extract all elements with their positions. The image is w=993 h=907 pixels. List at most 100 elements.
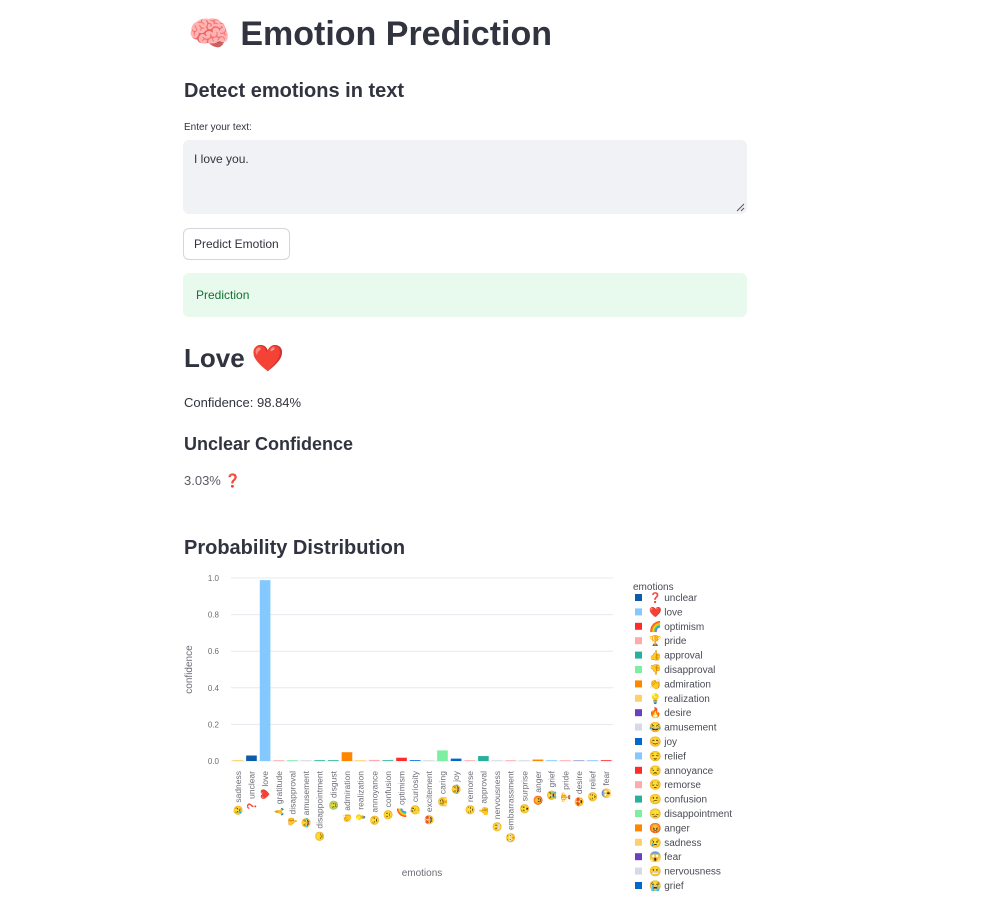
- bar-desire: [573, 760, 585, 761]
- bar-pride: [559, 760, 571, 761]
- legend-swatch: [635, 824, 642, 832]
- legend-swatch: [635, 853, 642, 861]
- legend-item-grief: 😭 grief: [649, 880, 684, 892]
- x-tick-label: ❤️ love: [260, 771, 270, 800]
- page-title: 🧠 Emotion Prediction: [188, 14, 552, 54]
- bar-grief: [546, 760, 557, 761]
- x-tick-label: 😌 relief: [588, 770, 598, 802]
- y-tick-label: 0.2: [208, 720, 220, 729]
- legend-item-desire: 🔥 desire: [649, 706, 692, 719]
- bar-fear: [600, 760, 612, 761]
- legend-item-sadness: 😢 sadness: [649, 837, 701, 849]
- legend-swatch: [635, 694, 642, 702]
- y-tick-label: 0.0: [208, 757, 220, 766]
- legend-swatch: [635, 594, 642, 601]
- x-tick-label: 💡 realization: [356, 771, 366, 823]
- x-tick-label: 👎 disapproval: [287, 771, 297, 828]
- legend-swatch: [635, 810, 642, 817]
- unclear-value-text: 3.03%: [184, 473, 221, 488]
- unclear-confidence-title: Unclear Confidence: [184, 434, 354, 454]
- y-axis-label: confidence: [184, 645, 195, 694]
- x-tick-label: 😡 anger: [533, 771, 543, 806]
- probability-distribution-title: Probability Distribution: [184, 537, 406, 559]
- legend-swatch: [635, 680, 642, 688]
- y-tick-label: 1.0: [208, 574, 220, 583]
- legend-swatch: [635, 882, 642, 889]
- x-tick-label: 😂 joy: [451, 770, 461, 795]
- x-tick-label: 😞 disappointment: [315, 770, 325, 841]
- legend-swatch: [635, 766, 642, 774]
- resize-handle-icon[interactable]: [735, 202, 745, 212]
- subtitle: Detect emotions in text: [184, 80, 405, 102]
- x-tick-label: 😔 remorse: [465, 771, 475, 815]
- x-tick-label: ❓ unclear: [246, 771, 256, 812]
- legend-item-anger: 😡 anger: [649, 822, 690, 834]
- legend-item-disappointment: 😞 disappointment: [649, 808, 732, 820]
- x-tick-label: 😂 amusement: [301, 770, 311, 828]
- legend-item-annoyance: 😒 annoyance: [649, 765, 714, 777]
- legend-swatch: [635, 752, 642, 760]
- y-tick-label: 0.8: [208, 611, 220, 620]
- x-tick-label: 👏 admiration: [342, 771, 352, 824]
- legend-swatch: [635, 781, 642, 789]
- prediction-alert: Prediction: [183, 273, 747, 317]
- x-axis-label: emotions: [402, 868, 443, 879]
- bar-gratitude: [273, 760, 285, 761]
- legend-swatch: [635, 838, 642, 846]
- confidence-text: Confidence: 98.84%: [184, 395, 302, 410]
- x-tick-label: 😍 desire: [574, 771, 584, 807]
- heart-icon: ❤️: [251, 343, 285, 373]
- bar-approval: [478, 756, 489, 761]
- bar-excitement: [423, 760, 435, 761]
- bar-optimism: [396, 757, 407, 761]
- legend-swatch: [635, 651, 642, 659]
- legend-item-disapproval: 👎 disapproval: [649, 664, 715, 676]
- bar-confusion: [382, 760, 394, 761]
- legend-item-pride: 🏆 pride: [649, 634, 687, 647]
- legend-swatch: [635, 666, 642, 673]
- legend-item-fear: 😱 fear: [649, 851, 682, 863]
- x-tick-label: 👍 approval: [478, 771, 488, 817]
- bar-disgust: [328, 760, 339, 761]
- legend-item-realization: 💡 realization: [649, 692, 710, 705]
- bar-unclear: [246, 755, 257, 761]
- bar-love: [259, 580, 271, 761]
- probability-chart: 0.00.20.40.60.81.0confidence😢 sadness ❓ u…: [184, 574, 732, 892]
- predicted-emotion-label: Love: [184, 343, 245, 373]
- x-tick-label: 🙏 gratitude: [274, 771, 284, 817]
- legend-swatch: [635, 637, 642, 645]
- bar-annoyance: [368, 759, 380, 761]
- legend-item-love: ❤️ love: [649, 606, 683, 618]
- bar-amusement: [300, 760, 312, 761]
- x-tick-label: 😱 fear: [601, 771, 612, 799]
- bar-remorse: [464, 760, 476, 761]
- legend-item-nervousness: 😬 nervousness: [649, 866, 721, 878]
- legend-swatch: [635, 723, 642, 731]
- x-tick-label: 😕 confusion: [383, 771, 393, 821]
- legend-swatch: [635, 795, 642, 803]
- predicted-emotion: Love ❤️: [184, 343, 284, 374]
- bar-embarrassment: [505, 760, 516, 761]
- legend-item-admiration: 👏 admiration: [649, 677, 711, 690]
- legend-swatch: [635, 622, 642, 630]
- legend-item-remorse: 😔 remorse: [649, 779, 701, 791]
- x-tick-label: 😲 surprise: [519, 771, 529, 814]
- x-tick-label: 🤢 disgust: [328, 770, 338, 811]
- page-title-text: Emotion Prediction: [240, 15, 553, 53]
- bar-caring: [437, 750, 448, 761]
- legend-item-optimism: 🌈 optimism: [649, 620, 704, 633]
- text-input[interactable]: I love you.: [183, 140, 747, 214]
- x-tick-label: 🏆 pride: [560, 771, 570, 803]
- bar-nervousness: [491, 760, 503, 761]
- x-tick-label: 🤗 caring: [437, 771, 447, 807]
- unclear-confidence-value: 3.03% ❓: [184, 473, 241, 489]
- bar-curiosity: [409, 760, 421, 761]
- bar-joy: [450, 758, 462, 761]
- legend-item-unclear: ❓ unclear: [649, 591, 698, 604]
- question-icon: ❓: [224, 473, 241, 488]
- bar-anger: [532, 759, 544, 761]
- bar-admiration: [341, 752, 353, 761]
- legend-title: emotions: [633, 582, 674, 593]
- text-input-label: Enter your text:: [184, 122, 252, 133]
- predict-emotion-button[interactable]: Predict Emotion: [183, 228, 290, 260]
